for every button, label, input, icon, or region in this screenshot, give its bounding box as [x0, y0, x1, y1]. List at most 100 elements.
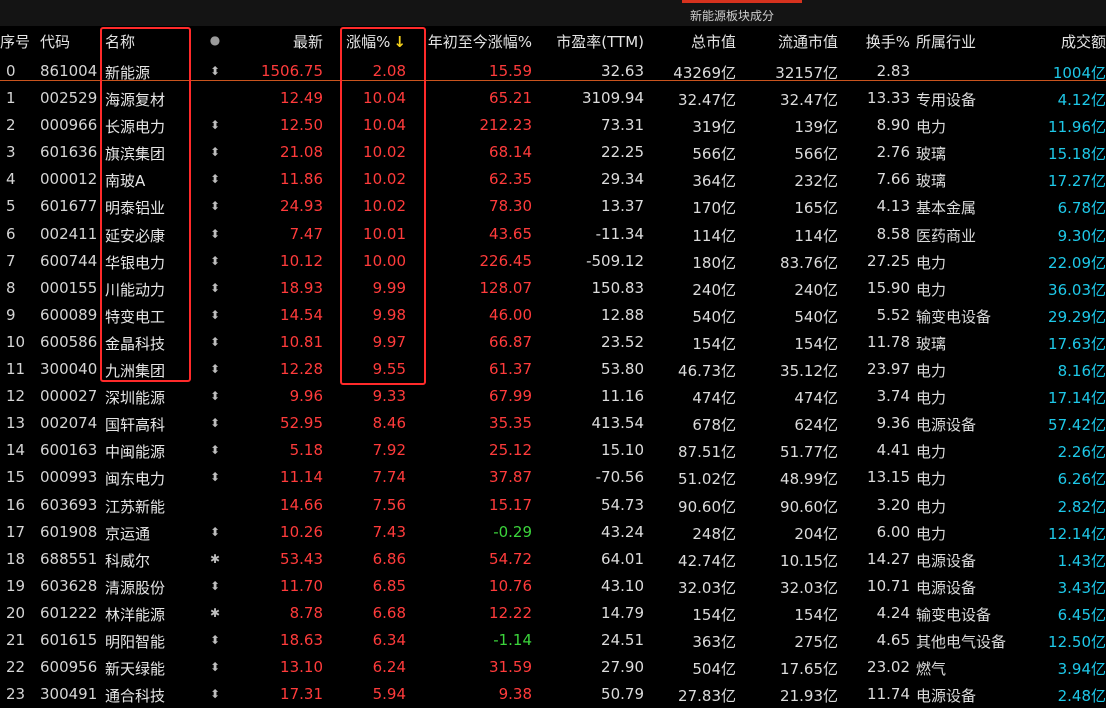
col-header-flag-icon[interactable]: ● [200, 33, 230, 47]
col-header-code[interactable]: 代码 [40, 31, 100, 52]
industry: 电力 [916, 280, 947, 299]
change-pct: 8.46 [372, 414, 406, 433]
stock-name: 旗滨集团 [105, 145, 166, 164]
table-row[interactable]: 12 000027 深圳能源 ⬍ 9.96 9.33 67.99 11.16 474亿 474亿 3… [0, 383, 1106, 410]
last-price: 24.93 [280, 197, 323, 216]
table-row[interactable]: 17 601908 京运通 ⬍ 10.26 7.43 -0.29 43.24 248亿 204亿 6… [0, 519, 1106, 546]
pe-ttm: 14.79 [601, 603, 644, 622]
market-cap: 90.60亿 [678, 497, 736, 516]
table-row[interactable]: 7 600744 华银电力 ⬍ 10.12 10.00 226.45 -509.12 180亿 8… [0, 248, 1106, 275]
turnover-pct: 14.27 [867, 549, 910, 568]
ytd-change-pct: 68.14 [489, 143, 532, 162]
ytd-change-pct: 78.30 [489, 197, 532, 216]
change-pct: 6.34 [372, 630, 406, 649]
float-cap: 21.93亿 [780, 687, 838, 706]
stock-flag-icon: ⬍ [209, 632, 221, 647]
float-cap: 17.65亿 [780, 660, 838, 679]
market-cap: 32.47亿 [678, 91, 736, 110]
stock-code: 000993 [40, 468, 98, 487]
last-price: 21.08 [280, 143, 323, 162]
stock-name: 长源电力 [105, 118, 166, 137]
table-row[interactable]: 6 002411 延安必康 ⬍ 7.47 10.01 43.65 -11.34 114亿 114亿… [0, 221, 1106, 248]
market-cap: 170亿 [692, 199, 736, 218]
ytd-change-pct: 15.17 [489, 495, 532, 514]
turnover-pct: 13.15 [867, 468, 910, 487]
change-pct: 7.74 [372, 468, 406, 487]
col-header-seq[interactable]: 序号 [0, 31, 34, 52]
table-row[interactable]: 10 600586 金晶科技 ⬍ 10.81 9.97 66.87 23.52 154亿 154亿… [0, 329, 1106, 356]
stock-code: 300040 [40, 360, 98, 379]
stock-name: 深圳能源 [105, 389, 166, 408]
stock-flag-icon: ⬍ [209, 334, 221, 349]
table-row[interactable]: 21 601615 明阳智能 ⬍ 18.63 6.34 -1.14 24.51 363亿 275亿… [0, 627, 1106, 654]
trade-volume: 6.78亿 [1057, 199, 1106, 218]
turnover-pct: 23.02 [867, 658, 910, 677]
stock-name: 新天绿能 [105, 660, 166, 679]
table-row[interactable]: 4 000012 南玻A ⬍ 11.86 10.02 62.35 29.34 364亿 232亿 7… [0, 166, 1106, 193]
col-header-industry[interactable]: 所属行业 [916, 31, 1016, 52]
col-header-pe[interactable]: 市盈率(TTM) [540, 31, 644, 52]
market-cap: 154亿 [692, 334, 736, 353]
col-header-change[interactable]: 涨幅% ↓ [342, 31, 406, 52]
stock-code: 600956 [40, 658, 98, 677]
pe-ttm: 413.54 [591, 414, 645, 433]
ytd-change-pct: 43.65 [489, 224, 532, 243]
row-seq: 18 [6, 549, 26, 568]
change-pct: 9.55 [372, 360, 406, 379]
table-row[interactable]: 0 861004 新能源 ⬍ 1506.75 2.08 15.59 32.63 43269亿 32… [0, 58, 1106, 85]
industry: 专用设备 [916, 91, 977, 110]
trade-volume: 22.09亿 [1048, 253, 1106, 272]
stock-code: 600089 [40, 305, 98, 324]
trade-volume: 2.82亿 [1057, 497, 1106, 516]
market-cap: 504亿 [692, 660, 736, 679]
turnover-pct: 3.74 [876, 387, 910, 406]
table-row[interactable]: 13 002074 国轩高科 ⬍ 52.95 8.46 35.35 413.54 678亿 624… [0, 410, 1106, 437]
pe-ttm: -509.12 [586, 251, 644, 270]
last-price: 11.70 [280, 576, 323, 595]
table-row[interactable]: 8 000155 川能动力 ⬍ 18.93 9.99 128.07 150.83 240亿 240… [0, 275, 1106, 302]
table-row[interactable]: 14 600163 中闽能源 ⬍ 5.18 7.92 25.12 15.10 87.51亿 51.… [0, 437, 1106, 464]
panel-title[interactable]: 新能源板块成分 [690, 7, 774, 24]
col-header-volume[interactable]: 成交额 [1020, 31, 1106, 52]
table-row[interactable]: 11 300040 九洲集团 ⬍ 12.28 9.55 61.37 53.80 46.73亿 35… [0, 356, 1106, 383]
last-price: 18.63 [280, 630, 323, 649]
stock-code: 601677 [40, 197, 98, 216]
pe-ttm: -11.34 [595, 224, 644, 243]
col-header-ytd[interactable]: 年初至今涨幅% [420, 31, 532, 52]
table-row[interactable]: 1 002529 海源复材 12.49 10.04 65.21 3109.94 32.47亿 3… [0, 85, 1106, 112]
table-row[interactable]: 15 000993 闽东电力 ⬍ 11.14 7.74 37.87 -70.56 51.02亿 4… [0, 464, 1106, 491]
stock-name: 延安必康 [105, 226, 166, 245]
table-row[interactable]: 2 000966 长源电力 ⬍ 12.50 10.04 212.23 73.31 319亿 139… [0, 112, 1106, 139]
ytd-change-pct: 226.45 [479, 251, 533, 270]
industry: 其他电气设备 [916, 632, 1007, 651]
change-pct: 10.02 [363, 197, 406, 216]
table-row[interactable]: 20 601222 林洋能源 ✱ 8.78 6.68 12.22 14.79 154亿 154亿 4… [0, 600, 1106, 627]
table-row[interactable]: 5 601677 明泰铝业 ⬍ 24.93 10.02 78.30 13.37 170亿 165亿… [0, 193, 1106, 220]
table-row[interactable]: 3 601636 旗滨集团 ⬍ 21.08 10.02 68.14 22.25 566亿 566亿… [0, 139, 1106, 166]
float-cap: 566亿 [794, 145, 838, 164]
last-price: 9.96 [289, 387, 323, 406]
market-cap: 87.51亿 [678, 443, 736, 462]
table-row[interactable]: 16 603693 江苏新能 14.66 7.56 15.17 54.73 90.60亿 90.… [0, 492, 1106, 519]
last-price: 10.81 [280, 332, 323, 351]
row-seq: 7 [6, 251, 16, 270]
stock-name: 国轩高科 [105, 416, 166, 435]
stock-flag-icon: ⬍ [209, 470, 221, 485]
stock-name: 京运通 [105, 524, 151, 543]
table-row[interactable]: 18 688551 科威尔 ✱ 53.43 6.86 54.72 64.01 42.74亿 10.… [0, 546, 1106, 573]
table-row[interactable]: 9 600089 特变电工 ⬍ 14.54 9.98 46.00 12.88 540亿 540亿 5… [0, 302, 1106, 329]
col-header-market-cap[interactable]: 总市值 [650, 31, 736, 52]
stock-flag-icon: ⬍ [209, 226, 221, 241]
change-pct: 7.43 [372, 522, 406, 541]
table-row[interactable]: 19 603628 清源股份 ⬍ 11.70 6.85 10.76 43.10 32.03亿 32… [0, 573, 1106, 600]
col-header-float-cap[interactable]: 流通市值 [742, 31, 838, 52]
col-header-turnover[interactable]: 换手% [848, 31, 910, 52]
col-header-name[interactable]: 名称 [105, 31, 185, 52]
table-row[interactable]: 22 600956 新天绿能 ⬍ 13.10 6.24 31.59 27.90 504亿 17.6… [0, 654, 1106, 681]
change-pct: 9.97 [372, 332, 406, 351]
pe-ttm: 53.80 [601, 360, 644, 379]
float-cap: 154亿 [794, 605, 838, 624]
col-header-last[interactable]: 最新 [245, 31, 323, 52]
table-row[interactable]: 23 300491 通合科技 ⬍ 17.31 5.94 9.38 50.79 27.83亿 21.… [0, 681, 1106, 708]
market-cap: 540亿 [692, 307, 736, 326]
